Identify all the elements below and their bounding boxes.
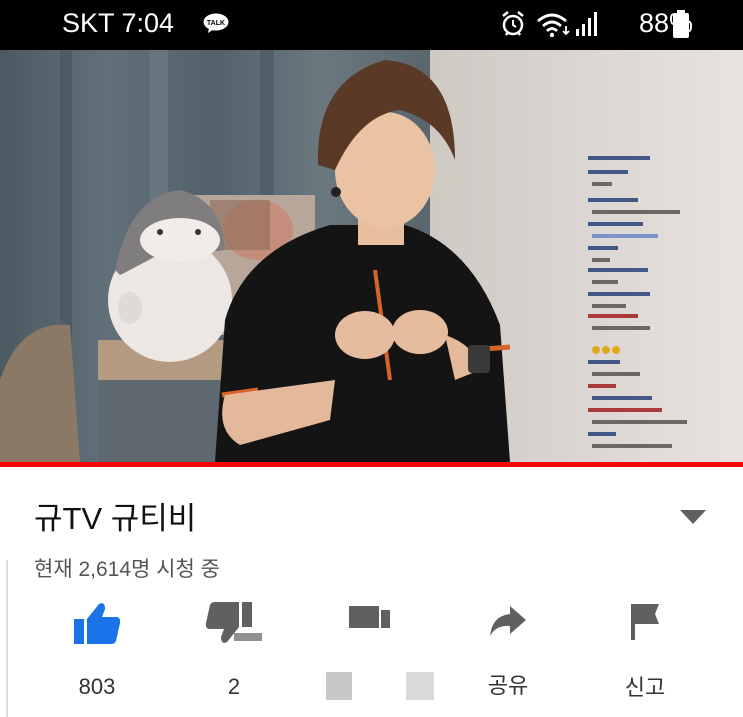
kakaotalk-icon: TALK (203, 13, 229, 33)
divider (6, 560, 8, 717)
thumbs-down-icon (205, 602, 262, 643)
thumbs-up-icon (74, 603, 121, 644)
like-button[interactable]: 803 (37, 600, 157, 705)
signal-icon (576, 12, 597, 36)
dislike-button[interactable]: 2 (174, 600, 294, 705)
video-player[interactable] (0, 50, 743, 462)
viewer-count: 현재 2,614명 시청 중 (34, 558, 220, 581)
status-bar: SKT 7:04 TALK 88% (0, 0, 743, 50)
video-progress-bar[interactable] (0, 462, 743, 467)
alarm-icon (502, 11, 524, 36)
dislike-count: 2 (227, 674, 241, 699)
chat-icon (349, 606, 390, 628)
flag-icon (631, 604, 659, 640)
blurred-region (326, 672, 352, 700)
wifi-icon (537, 13, 570, 38)
carrier-time: SKT 7:04 (62, 8, 175, 38)
report-label: 신고 (624, 675, 666, 700)
share-button[interactable]: 공유 (448, 600, 568, 705)
blurred-region (406, 672, 434, 700)
talk-badge-text: TALK (207, 20, 225, 27)
share-label: 공유 (487, 673, 529, 698)
expand-chevron-icon[interactable] (678, 508, 708, 526)
battery-icon (673, 10, 689, 38)
share-icon (490, 606, 526, 636)
video-title: 규TV 규티비 (34, 501, 197, 536)
report-button[interactable]: 신고 (585, 600, 705, 705)
video-frame (0, 50, 743, 462)
like-count: 803 (78, 674, 116, 699)
